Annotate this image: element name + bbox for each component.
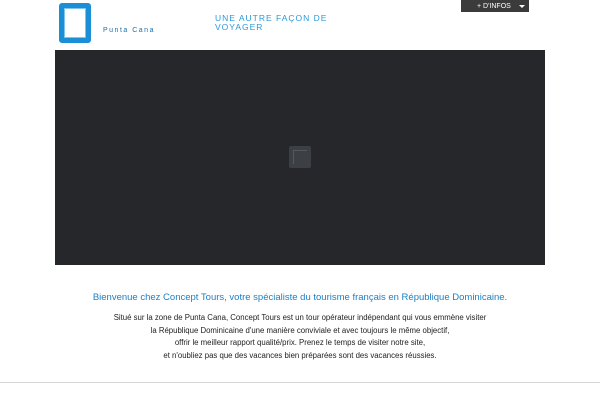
more-infos-label: + D'INFOS <box>477 2 511 10</box>
footer-divider <box>0 382 600 383</box>
caret-down-icon <box>519 5 525 8</box>
description-line: Situé sur la zone de Punta Cana, Concept… <box>113 313 487 322</box>
welcome-heading: Bienvenue chez Concept Tours, votre spéc… <box>92 292 508 303</box>
more-infos-button[interactable]: + D'INFOS <box>461 0 529 12</box>
logo-text: Punta Cana <box>103 27 155 34</box>
page: Punta Cana UNE AUTRE FAÇON DE VOYAGER + … <box>0 0 600 400</box>
logo-mark-icon <box>59 3 91 43</box>
logo-link[interactable]: Punta Cana <box>59 3 179 43</box>
description-line: offrir le meilleur rapport qualité/prix.… <box>174 338 426 347</box>
description-line: et n'oubliez pas que des vacances bien p… <box>163 350 437 360</box>
description-line: la République Dominicaine d'une manière … <box>150 325 450 335</box>
tagline: UNE AUTRE FAÇON DE VOYAGER <box>215 13 328 32</box>
play-icon <box>293 150 307 164</box>
play-button[interactable] <box>289 146 311 168</box>
description: Situé sur la zone de Punta Cana, Concept… <box>0 312 600 362</box>
